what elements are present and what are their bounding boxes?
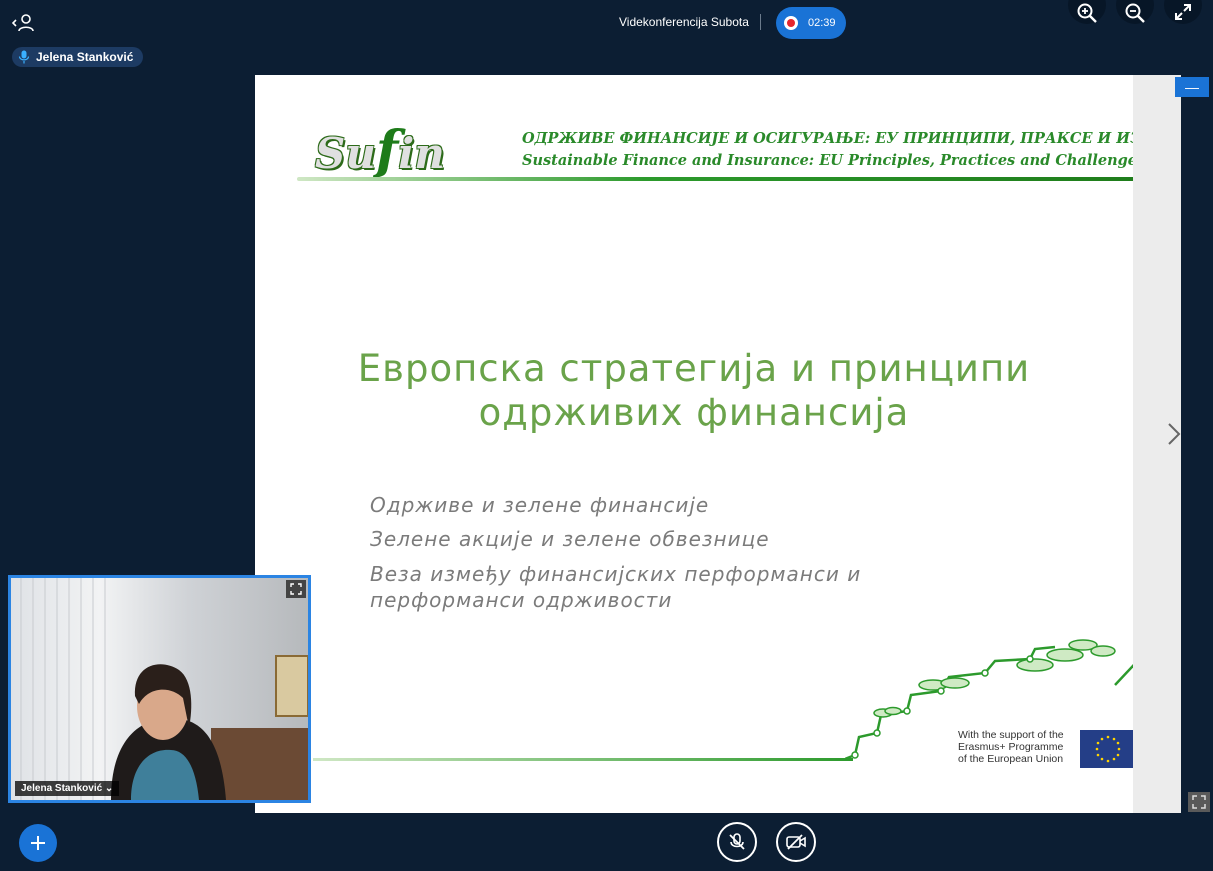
active-speaker-chip: Jelena Stanković [12,47,144,67]
participant-video-image [20,578,308,800]
header-divider [297,177,1133,181]
toggle-camera-button[interactable] [776,822,816,862]
zoom-in-icon [1077,3,1097,23]
microphone-off-icon [729,833,745,850]
slide-header-serbian: ОДРЖИВЕ ФИНАНСИЈЕ И ОСИГУРАЊЕ: ЕУ ПРИНЦИ… [522,130,1133,147]
divider [760,14,761,30]
participants-icon[interactable] [11,12,36,34]
next-slide-button[interactable] [1152,412,1196,456]
speaker-name: Jelena Stanković [36,50,134,64]
expand-icon [290,583,302,595]
recording-time: 02:39 [808,17,836,29]
plus-icon [31,836,45,850]
video-participant-name[interactable]: Jelena Stanković ⌄ [15,781,120,796]
zoom-out-icon [1125,3,1145,23]
footer-divider [313,758,853,761]
slide-title-line-1: Европска стратегија и принципи [357,347,1031,390]
slide-bullet: Веза између финансијских перформанси и п… [370,562,862,612]
slide-header-english: Sustainable Finance and Insurance: EU Pr… [522,152,1133,169]
expand-slide-button[interactable] [1188,792,1210,812]
meeting-title: Videkonferencija Subota [619,15,749,29]
minimize-slide-button[interactable]: — [1175,77,1209,97]
slide-bullet: Одрживе и зелене финансије [370,493,710,517]
expand-video-button[interactable] [286,580,306,598]
support-line-2: Erasmus+ Programme [958,741,1064,753]
record-icon [784,16,798,30]
sufin-logo: Sufin [315,120,445,181]
recording-indicator[interactable]: 02:39 [776,7,846,39]
support-line-1: With the support of the [958,729,1064,741]
participant-video-tile[interactable]: Jelena Stanković ⌄ [8,575,311,803]
add-button[interactable] [19,824,57,862]
zoom-out-button[interactable] [1116,0,1154,24]
zoom-in-button[interactable] [1068,0,1106,24]
erasmus-support-text: With the support of the Erasmus+ Program… [958,729,1064,765]
fullscreen-icon [1175,4,1191,20]
expand-icon [1192,795,1206,809]
presentation-slide: Sufin ОДРЖИВЕ ФИНАНСИЈЕ И ОСИГУРАЊЕ: ЕУ … [255,75,1133,813]
chevron-right-icon [1168,423,1181,445]
microphone-icon [18,50,30,64]
eu-flag-icon [1080,730,1133,768]
camera-off-icon [786,834,806,850]
slide-title: Европска стратегија и принципи одрживих … [255,347,1133,435]
slide-title-line-2: одрживих финансија [478,391,910,434]
support-line-3: of the European Union [958,753,1064,765]
slide-bullet: Зелене акције и зелене обвезнице [370,527,770,551]
fullscreen-button[interactable] [1164,0,1202,24]
mute-microphone-button[interactable] [717,822,757,862]
